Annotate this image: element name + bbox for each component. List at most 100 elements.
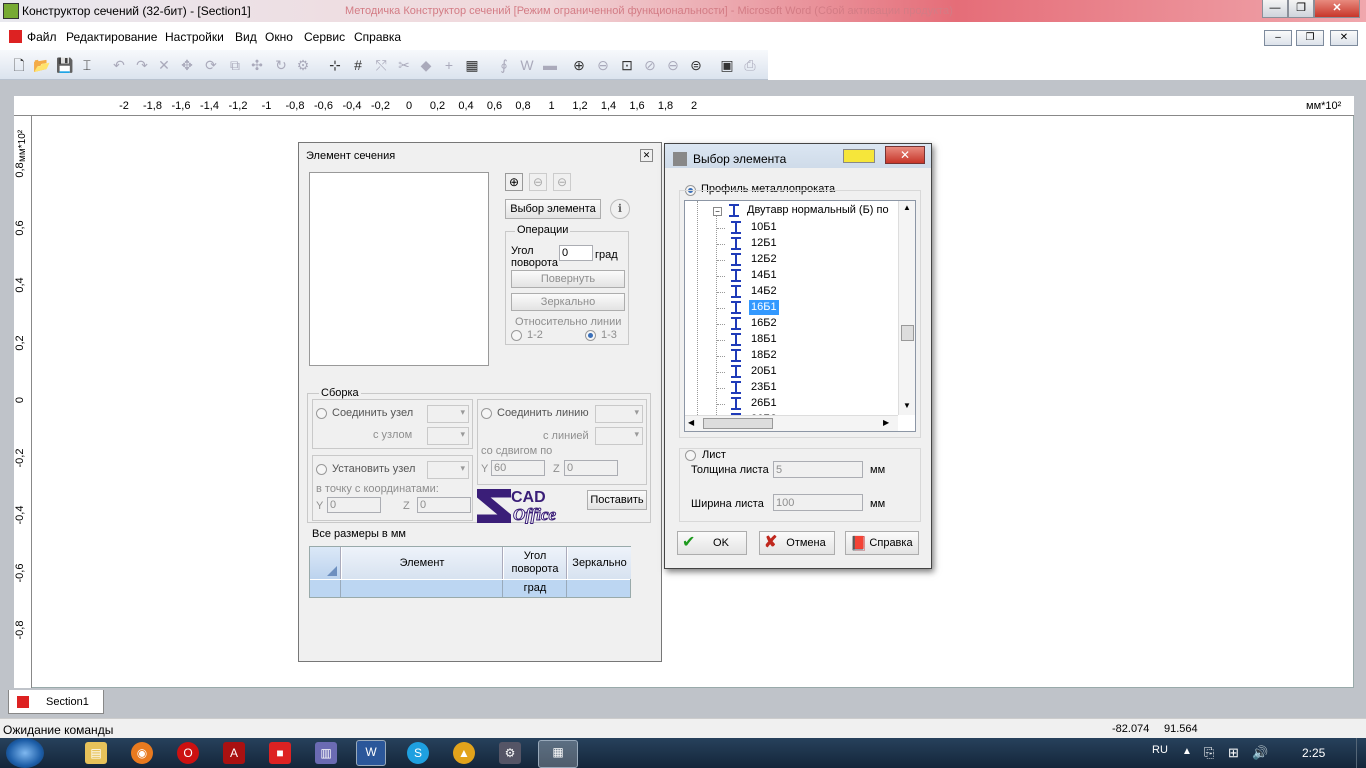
settings-icon[interactable]: ⚙ (294, 56, 312, 74)
column-element[interactable]: Элемент (342, 547, 503, 579)
tray-expand-icon[interactable]: ▲ (1182, 746, 1192, 757)
coord-z-input[interactable] (417, 497, 471, 513)
join-node-combo[interactable] (427, 405, 469, 423)
shift-y-input[interactable] (491, 460, 545, 476)
tray-network-icon[interactable]: ⊞ (1228, 745, 1239, 761)
node-icon[interactable]: ◆ (417, 56, 435, 74)
join-line-combo[interactable] (595, 405, 643, 423)
avast-icon[interactable]: ▲ (453, 742, 475, 764)
zoom-prev-icon[interactable]: ⊖ (664, 56, 682, 74)
minimize-button[interactable]: — (1262, 0, 1288, 18)
join-node-radio[interactable] (316, 408, 327, 419)
set-node-combo[interactable] (427, 461, 469, 479)
zoom-fit-icon[interactable]: ⊖ (553, 173, 571, 191)
zoom-fit-icon[interactable]: ⊡ (618, 56, 636, 74)
table-row[interactable]: град (310, 580, 630, 597)
delete-icon[interactable]: ✕ (155, 56, 173, 74)
radio-13[interactable] (585, 330, 596, 341)
place-button[interactable]: Поставить (587, 490, 647, 510)
zoom-all-icon[interactable]: ⊜ (687, 56, 705, 74)
archive-icon[interactable]: ▥ (315, 742, 337, 764)
show-desktop-button[interactable] (1356, 738, 1366, 768)
menu-help[interactable]: Справка (354, 30, 401, 44)
menu-settings[interactable]: Настройки (165, 30, 224, 44)
ok-button[interactable]: ✔ OK (677, 531, 747, 555)
view-icon[interactable]: ▣ (718, 56, 736, 74)
zoom-in-icon[interactable]: ⊕ (505, 173, 523, 191)
thickness-input[interactable] (773, 461, 863, 478)
save-icon[interactable]: 💾 (56, 56, 74, 74)
rotate-icon[interactable]: ⟳ (202, 56, 220, 74)
mdi-minimize-button[interactable]: – (1264, 30, 1292, 46)
menu-service[interactable]: Сервис (304, 30, 345, 44)
menu-edit[interactable]: Редактирование (66, 30, 157, 44)
word-icon[interactable]: W (356, 740, 386, 766)
set-node-radio[interactable] (316, 464, 327, 475)
coord-y-input[interactable] (327, 497, 381, 513)
skype-icon[interactable]: S (407, 742, 429, 764)
properties-icon[interactable]: ⌶ (78, 56, 96, 74)
undo-icon[interactable]: ↶ (110, 56, 128, 74)
cut-icon[interactable]: ✂ (395, 56, 413, 74)
snap-icon[interactable]: ⊹ (326, 56, 344, 74)
cancel-button[interactable]: ✘ Отмена (759, 531, 835, 555)
zoom-window-icon[interactable]: ⊘ (641, 56, 659, 74)
open-folder-icon[interactable]: 📂 (33, 56, 51, 74)
sheet-radio[interactable] (685, 450, 696, 461)
opera-icon[interactable]: O (177, 742, 199, 764)
flip-icon[interactable]: ∮ (495, 56, 513, 74)
start-orb-icon[interactable] (6, 738, 44, 768)
wrench-icon[interactable]: W (518, 56, 536, 74)
tab-section1[interactable]: Section1 (8, 690, 104, 714)
info-icon[interactable]: ℹ (610, 199, 630, 219)
mdi-restore-button[interactable]: ❐ (1296, 30, 1324, 46)
print-icon[interactable]: ⎙ (741, 56, 759, 74)
trim-icon[interactable]: ⤲ (372, 56, 390, 74)
firefox-icon[interactable]: ◉ (131, 742, 153, 764)
refresh-icon[interactable]: ↻ (272, 56, 290, 74)
section-constructor-icon[interactable]: ▦ (538, 740, 578, 768)
column-angle[interactable]: Угол поворота (504, 547, 567, 579)
acrobat-icon[interactable]: A (223, 742, 245, 764)
select-element-button[interactable]: Выбор элемента (505, 199, 601, 219)
column-mirror[interactable]: Зеркально (568, 547, 631, 579)
add-icon[interactable]: + (440, 56, 458, 74)
grid-icon[interactable]: # (349, 56, 367, 74)
explorer-icon[interactable]: ▤ (85, 742, 107, 764)
join-line-radio[interactable] (481, 408, 492, 419)
with-line-combo[interactable] (595, 427, 643, 445)
pan-icon[interactable]: ✣ (248, 56, 266, 74)
zoom-out-icon[interactable]: ⊖ (529, 173, 547, 191)
menu-view[interactable]: Вид (235, 30, 257, 44)
zoom-in-icon[interactable]: ⊕ (570, 56, 588, 74)
mdi-close-button[interactable]: ✕ (1330, 30, 1358, 46)
menu-window[interactable]: Окно (265, 30, 293, 44)
new-file-icon[interactable]: 🗋 (10, 56, 28, 74)
zoom-out-icon[interactable]: ⊖ (594, 56, 612, 74)
clock[interactable]: 2:25 (1302, 746, 1325, 760)
calc-icon[interactable]: ▦ (463, 56, 481, 74)
scad-icon[interactable]: ■ (269, 742, 291, 764)
with-node-combo[interactable] (427, 427, 469, 445)
redo-icon[interactable]: ↷ (133, 56, 151, 74)
tray-volume-icon[interactable]: 🔊 (1252, 745, 1268, 761)
maximize-button[interactable]: ❐ (1288, 0, 1314, 18)
shift-z-input[interactable] (564, 460, 618, 476)
help-button[interactable]: 📕 Справка (845, 531, 919, 555)
mirror-button[interactable]: Зеркально (511, 293, 625, 311)
rotate-button[interactable]: Повернуть (511, 270, 625, 288)
angle-input[interactable] (559, 245, 593, 261)
language-indicator[interactable]: RU (1152, 744, 1168, 756)
radio-12[interactable] (511, 330, 522, 341)
tray-device-icon[interactable]: ⎘ (1204, 745, 1214, 761)
table-corner[interactable] (310, 547, 341, 579)
copy-icon[interactable]: ⧉ (226, 56, 244, 74)
layer-icon[interactable]: ▬ (541, 56, 559, 74)
dialog-close-button[interactable]: ✕ (885, 146, 925, 164)
close-button[interactable]: ✕ (1314, 0, 1360, 18)
network-icon[interactable]: ⚙ (499, 742, 521, 764)
width-input[interactable] (773, 494, 863, 511)
move-icon[interactable]: ✥ (178, 56, 196, 74)
menu-file[interactable]: Файл (27, 30, 57, 44)
panel-close-icon[interactable]: ✕ (640, 149, 653, 162)
